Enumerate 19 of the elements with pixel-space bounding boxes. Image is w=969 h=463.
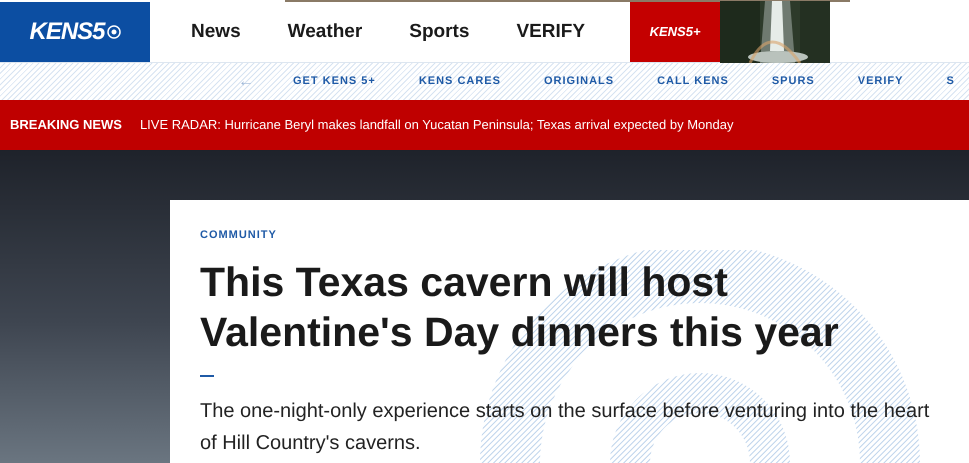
promo-logo[interactable]: KENS5+: [630, 2, 720, 62]
article-summary: The one-night-only experience starts on the surface before venturing into the heart of Hill Country's caverns.: [200, 398, 930, 456]
subnav-link[interactable]: CALL KENS: [657, 73, 729, 90]
subnav-link[interactable]: S: [946, 73, 955, 90]
subnav-link[interactable]: ORIGINALS: [544, 73, 614, 90]
subnav-link[interactable]: SPURS: [772, 73, 815, 90]
article-headline: This Texas cavern will host Valentine's Day dinners this year: [200, 258, 840, 356]
nav-link[interactable]: News: [191, 18, 241, 46]
breaking-headline[interactable]: LIVE RADAR: Hurricane Beryl makes landfall on Yucatan Peninsula; Texas arrival expected by Monday: [140, 115, 734, 135]
nav-link[interactable]: Weather: [288, 18, 362, 46]
eye-icon: [106, 25, 121, 39]
category-link[interactable]: COMMUNITY: [200, 227, 969, 244]
subnav-link[interactable]: VERIFY: [858, 73, 904, 90]
subnav-link[interactable]: KENS CARES: [418, 73, 501, 90]
subnav-link[interactable]: GET KENS 5+: [293, 73, 376, 90]
breaking-label: BREAKING NEWS: [10, 116, 122, 134]
nav-link[interactable]: Sports: [409, 18, 470, 46]
logo[interactable]: KENS5: [0, 2, 150, 62]
nav-link[interactable]: VERIFY: [516, 18, 586, 46]
